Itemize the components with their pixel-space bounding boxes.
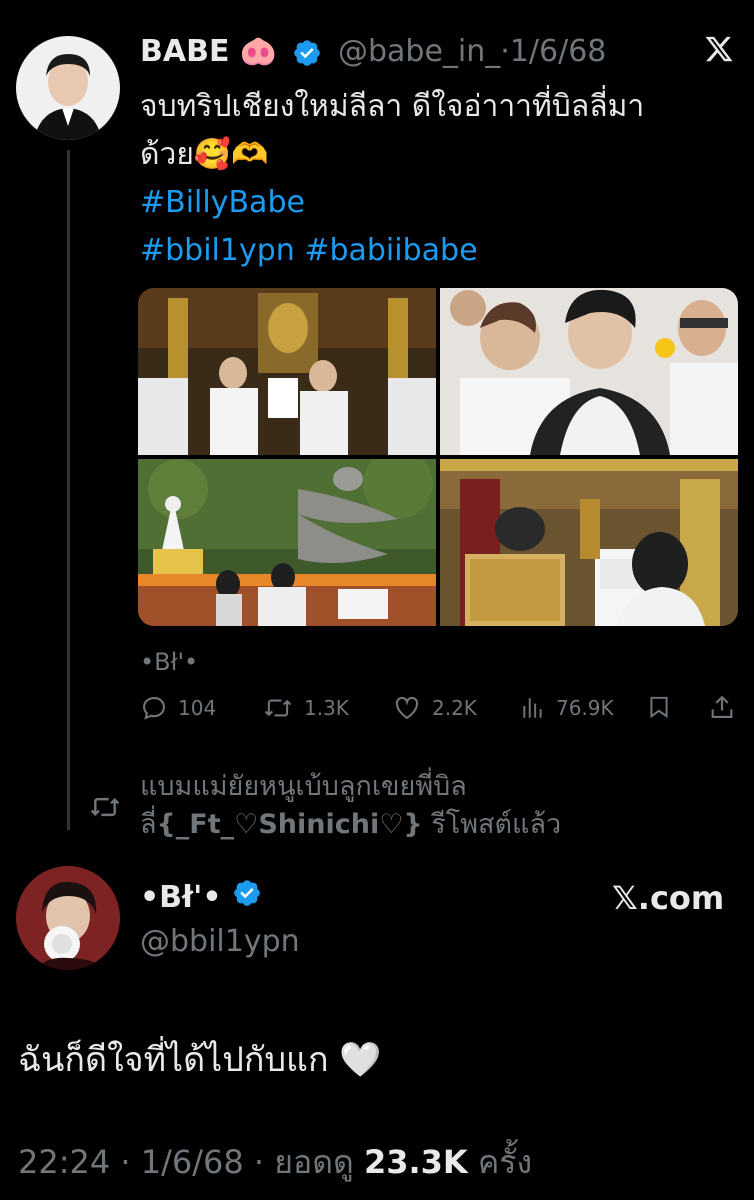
quoted-text-line1: จบทริปเชียงใหม่ลีลา ดีใจอ่าาาที่บิลลี่มา — [140, 89, 645, 124]
media-photo-shrine-back[interactable] — [440, 459, 738, 626]
like-action[interactable]: 2.2K — [392, 693, 477, 723]
share-icon — [711, 695, 733, 718]
main-tweet-text: ฉันก็ดีใจที่ได้ไปกับแก 🤍 — [18, 1040, 382, 1080]
repost-icon — [88, 792, 122, 826]
reposter-name[interactable]: {_Ft_♡Shinichi♡} — [157, 809, 423, 840]
reply-icon — [143, 697, 165, 720]
views-icon — [523, 698, 542, 718]
views-count: 76.9K — [556, 696, 614, 720]
views-suffix: ครั้ง — [477, 1143, 533, 1181]
views-total: 23.3K — [363, 1143, 468, 1181]
verified-badge-icon — [292, 38, 322, 72]
main-author-name-text: •Bł'• — [140, 880, 222, 915]
tweet-meta: 22:24 · 1/6/68 · ยอดดู 23.3K ครั้ง — [18, 1143, 533, 1181]
share-action[interactable] — [708, 693, 736, 721]
main-author-handle[interactable]: @bbil1ypn — [140, 920, 300, 964]
verified-badge-icon — [232, 877, 262, 921]
quoted-author-tag: •Bł'• — [140, 648, 199, 676]
views-action[interactable]: 76.9K — [520, 693, 614, 723]
media-photo-closeup[interactable] — [440, 288, 738, 455]
reply-count: 104 — [178, 696, 217, 720]
repost-icon — [264, 699, 292, 717]
repost-notice-suffix: รีโพสต์แล้ว — [422, 809, 562, 840]
tweet-date[interactable]: 1/6/68 — [141, 1143, 244, 1181]
hashtag-link[interactable]: #bbil1ypn #babiibabe — [140, 227, 740, 275]
quoted-text-line2: ด้วย🥰🫶 — [140, 137, 269, 172]
repost-count: 1.3K — [304, 696, 349, 720]
x-logo-icon[interactable] — [704, 34, 734, 70]
reply-action[interactable]: 104 — [140, 693, 216, 723]
main-author-name[interactable]: •Bł'• — [140, 876, 262, 921]
quoted-handle[interactable]: @babe_in_ — [338, 34, 500, 69]
thread-connector-line — [67, 150, 70, 830]
bookmark-icon — [650, 696, 668, 719]
views-label: ยอดดู — [274, 1143, 354, 1181]
quoted-date[interactable]: 1/6/68 — [510, 34, 607, 69]
media-photo-temple-garden[interactable] — [138, 459, 436, 626]
like-count: 2.2K — [432, 696, 477, 720]
repost-action[interactable]: 1.3K — [262, 693, 349, 723]
media-grid — [138, 288, 738, 626]
bookmark-action[interactable] — [646, 693, 672, 721]
hashtag-link[interactable]: #BillyBabe — [140, 179, 740, 227]
x-com-link[interactable]: 𝕏.com — [612, 876, 724, 920]
quoted-handle-date: @babe_in_·1/6/68 — [338, 34, 607, 69]
quoted-author-avatar[interactable] — [16, 36, 120, 140]
tweet-time[interactable]: 22:24 — [18, 1143, 110, 1181]
quoted-tweet-text: จบทริปเชียงใหม่ลีลา ดีใจอ่าาาที่บิลลี่มา… — [140, 83, 740, 275]
quoted-author-name[interactable]: BABE 🐽 — [140, 30, 277, 74]
media-photo-shrine-pose[interactable] — [138, 288, 436, 455]
repost-notice[interactable]: แบมแม่ยัยหนูเบ้บลูกเขยพี่บิล ลี่{_Ft_♡Sh… — [140, 768, 660, 844]
main-author-avatar[interactable] — [16, 866, 120, 970]
like-icon — [395, 696, 419, 720]
